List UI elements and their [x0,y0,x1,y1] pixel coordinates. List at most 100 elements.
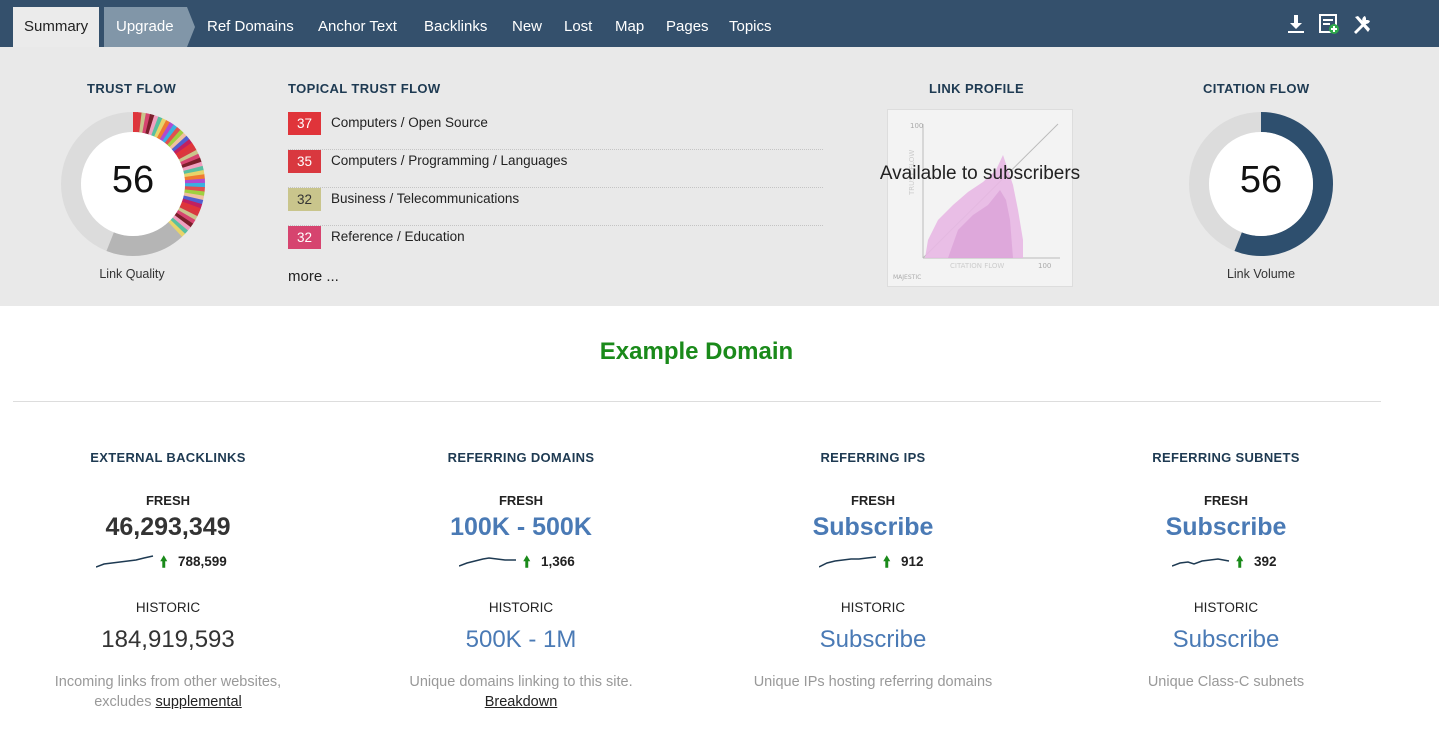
gauge-segment [177,207,198,221]
stat-description: Unique Class-C subnets [1056,672,1396,692]
up-arrow-icon: 🠙 [160,554,168,571]
stat-title: REFERRING SUBNETS [1152,450,1300,465]
tab-backlinks[interactable]: Backlinks [424,7,487,47]
citation-flow-caption: Link Volume [1226,267,1296,281]
stat-external-backlinks: EXTERNAL BACKLINKS FRESH 46,293,349 🠙 78… [0,450,338,712]
report-icon[interactable] [1318,13,1340,35]
trend-row: 🠙 788,599 [0,551,338,573]
lp-y-tick: 100 [910,122,924,130]
gauge-segment [142,113,151,134]
up-arrow-icon: 🠙 [1236,554,1244,571]
ttf-topic-label: Reference / Education [331,229,465,244]
gauge-segment [167,219,186,238]
top-nav: Summary Upgrade Ref Domains Anchor Text … [0,0,1439,47]
subscribe-link[interactable]: Subscribe [1056,626,1396,660]
ttf-topic-label: Computers / Open Source [331,115,488,130]
gauge-segment [183,165,204,175]
historic-label: HISTORIC [1193,600,1259,615]
stat-referring-domains: REFERRING DOMAINS FRESH 100K - 500K 🠙 1,… [351,450,691,712]
stat-title: REFERRING IPS [820,450,926,465]
sparkline [459,557,516,567]
download-icon[interactable] [1285,13,1307,35]
tab-upgrade[interactable]: Upgrade [104,7,187,47]
gauge-segment [175,142,195,158]
gauge-segment [156,120,171,140]
historic-value-link[interactable]: 500K - 1M [351,626,691,660]
ttf-topic-label: Computers / Programming / Languages [331,153,568,168]
tab-new[interactable]: New [512,7,542,47]
gauge-segment [162,124,178,144]
trend-row: 🠙 1,366 [351,551,691,573]
gauge-segment [174,212,194,228]
tab-anchor-text[interactable]: Anchor Text [318,7,397,47]
gauge-segment [151,116,163,137]
trend-row: 🠙 392 [1056,551,1396,573]
stat-referring-subnets: REFERRING SUBNETS FRESH Subscribe 🠙 392 … [1056,450,1396,692]
lp-x-axis-label: CITATION FLOW [950,262,1005,270]
topical-trust-flow-title: TOPICAL TRUST FLOW [288,81,441,96]
gauge-segment [183,170,205,178]
stat-title: EXTERNAL BACKLINKS [90,450,246,465]
gauge-segment [182,195,204,205]
tools-icon[interactable] [1351,13,1373,35]
gauge-segment [181,157,202,169]
ttf-row[interactable]: 37 Computers / Open Source [288,112,823,150]
gauge-segment [173,139,193,155]
link-profile-chart: 100 TRUST FLOW CITATION FLOW 100 MAJESTI… [887,109,1073,287]
citation-flow-title: CITATION FLOW [1203,81,1310,96]
gauge-segment [169,132,187,150]
tab-lost[interactable]: Lost [564,7,592,47]
fresh-value: 46,293,349 [105,513,231,541]
subscribe-link[interactable]: Subscribe [1056,513,1396,549]
supplemental-link[interactable]: supplemental [156,694,242,710]
gauge-segment [179,204,200,217]
tab-ref-domains[interactable]: Ref Domains [207,7,294,47]
stat-description: Incoming links from other websites, excl… [0,672,338,712]
domain-title: Example Domain [599,338,794,365]
desc-line: Unique Class-C subnets [1147,674,1305,690]
fresh-label: FRESH [498,493,544,508]
subscribe-link[interactable]: Subscribe [703,513,1043,549]
tab-topics[interactable]: Topics [729,7,772,47]
gauge-segment [178,149,199,163]
tab-map[interactable]: Map [615,7,644,47]
majestic-logo: MAJESTIC [893,274,922,281]
ttf-topic-label: Business / Telecommunications [331,191,520,206]
more-topics-link[interactable]: more ... [288,268,339,285]
historic-label: HISTORIC [135,600,201,615]
gauge-segment [170,217,188,235]
tab-summary[interactable]: Summary [13,7,100,47]
delta-value: 788,599 [178,554,227,569]
breakdown-link[interactable]: Breakdown [485,694,558,710]
ttf-row[interactable]: 35 Computers / Programming / Languages [288,150,823,188]
gauge-segment [148,115,159,136]
subscribe-link[interactable]: Subscribe [703,626,1043,660]
stat-description: Unique IPs hosting referring domains [703,672,1043,692]
ttf-score-badge: 32 [288,188,321,211]
desc-text: excludes [94,694,152,710]
gauge-segment [184,189,205,197]
up-arrow-icon: 🠙 [523,554,531,571]
divider [13,401,1381,402]
trend-row: 🠙 912 [703,551,1043,573]
fresh-value-link[interactable]: 100K - 500K [351,513,691,549]
link-profile-title: LINK PROFILE [929,81,1025,96]
gauge-segment [183,192,205,201]
delta-value: 1,366 [541,554,575,569]
gauge-segment [182,161,203,172]
desc-line: Incoming links from other websites, [54,674,282,690]
ttf-row[interactable]: 32 Reference / Education [288,226,823,264]
metrics-panel: TRUST FLOW 56 Link Quality TOPICAL TRUST… [0,47,1439,306]
delta-value: 912 [901,554,924,569]
gauge-segment [171,135,190,153]
historic-label: HISTORIC [488,600,554,615]
gauge-segment [172,215,191,232]
trust-flow-value: 56 [111,159,155,201]
tab-pages[interactable]: Pages [666,7,709,47]
gauge-segment [164,127,181,146]
ttf-row[interactable]: 32 Business / Telecommunications [288,188,823,226]
gauge-segment [180,153,201,166]
stat-description: Unique domains linking to this site. Bre… [351,672,691,712]
fresh-label: FRESH [145,493,191,508]
desc-line: Unique IPs hosting referring domains [753,674,993,690]
